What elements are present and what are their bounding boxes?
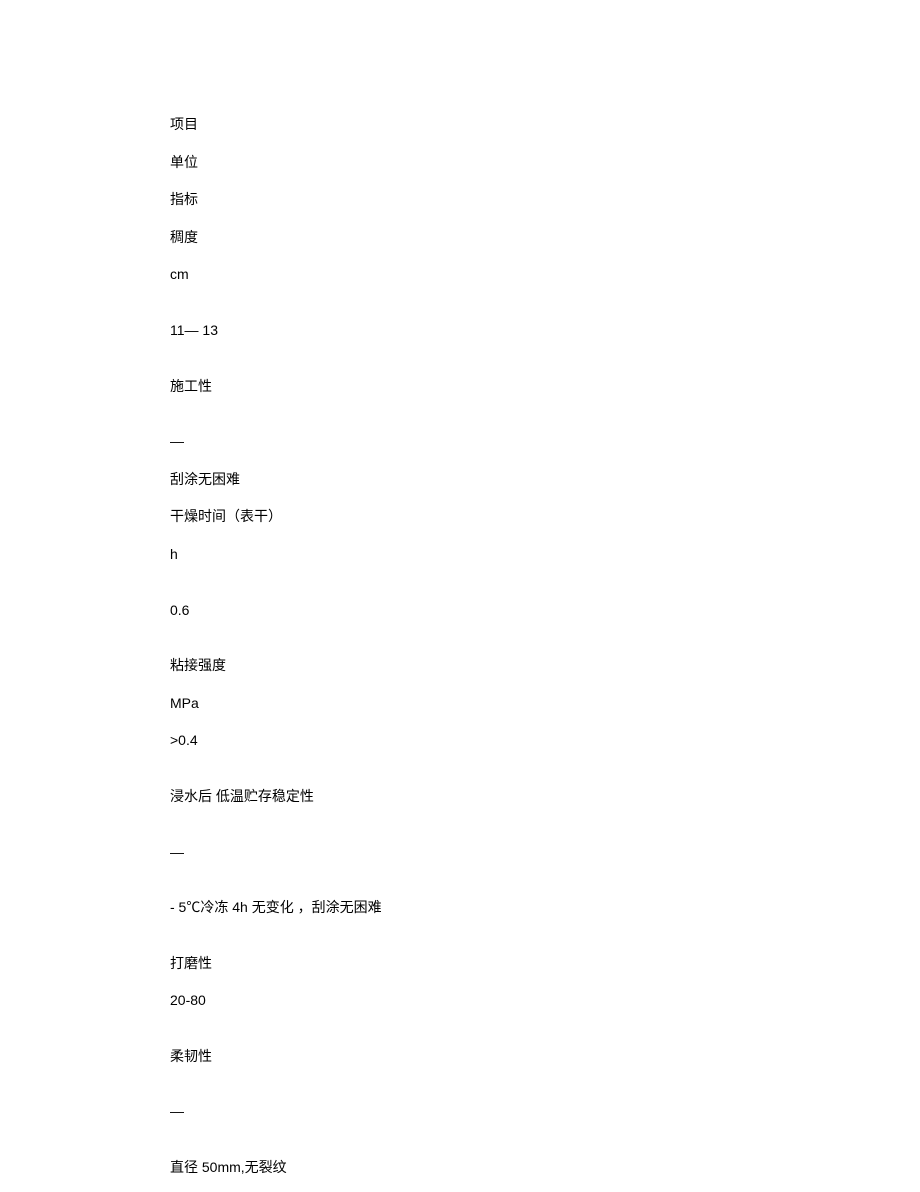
text-line: 直径 50mm,无裂纹	[170, 1158, 920, 1178]
text-line: 干燥时间（表干）	[170, 507, 920, 527]
text-line: 0.6	[170, 601, 920, 621]
text-line: —	[170, 1102, 920, 1122]
text-line: 单位	[170, 153, 920, 173]
text-line: 指标	[170, 190, 920, 210]
text-line: 浸水后 低温贮存稳定性	[170, 787, 920, 807]
text-line: 柔韧性	[170, 1047, 920, 1067]
text-line: 项目	[170, 115, 920, 135]
text-line: 打磨性	[170, 954, 920, 974]
text-line: 20-80	[170, 991, 920, 1011]
text-line: —	[170, 432, 920, 452]
text-line: 稠度	[170, 228, 920, 248]
text-line: 刮涂无困难	[170, 470, 920, 490]
text-line: 粘接强度	[170, 656, 920, 676]
text-line: 11— 13	[170, 321, 920, 341]
text-line: h	[170, 545, 920, 565]
text-line: >0.4	[170, 731, 920, 751]
text-line: cm	[170, 265, 920, 285]
text-line: MPa	[170, 694, 920, 714]
text-line: —	[170, 843, 920, 863]
document-content: 项目单位指标稠度 cm 11— 13 施工性 — 刮涂无困难干燥时间（表干） h 0.6 粘接强…	[170, 115, 920, 1178]
text-line: 施工性	[170, 377, 920, 397]
text-line: - 5℃冷冻 4h 无变化 ，刮涂无困难	[170, 898, 920, 918]
